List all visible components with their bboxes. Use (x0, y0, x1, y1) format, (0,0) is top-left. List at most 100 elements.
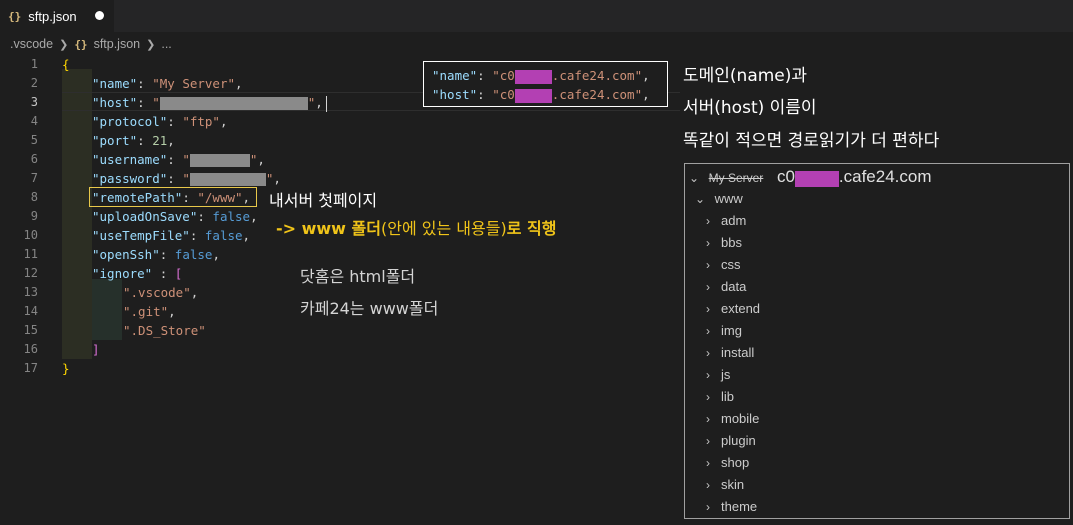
json-key: "port" (92, 133, 138, 148)
explorer-folder-item[interactable]: › install (701, 342, 754, 364)
code-line: "name": "My Server", (92, 76, 243, 91)
unsaved-dot-icon[interactable] (95, 11, 104, 20)
name-host-callout: "name": "c0 .cafe24.com", "host": "c0 .caf… (423, 61, 668, 107)
code-line: "uploadOnSave": false, (92, 209, 258, 224)
chevron-right-icon: › (706, 412, 710, 426)
folder-label: bbs (721, 235, 742, 250)
annotation-domain-line3: 똑같이 적으면 경로읽기가 더 편하다 (683, 131, 940, 151)
json-key: "host" (92, 95, 138, 110)
explorer-folder-item[interactable]: › lib (701, 386, 734, 408)
redacted-username (189, 154, 250, 167)
explorer-folder-item[interactable]: › skin (701, 474, 744, 496)
folder-label: js (721, 367, 731, 382)
code-line: } (62, 359, 70, 378)
code-line: "host": " ", (92, 93, 327, 112)
chevron-right-icon: › (706, 456, 710, 470)
json-bool: false (174, 247, 213, 262)
folder-label: css (721, 257, 741, 272)
explorer-folder-item[interactable]: › theme (701, 496, 757, 518)
breadcrumb-more[interactable]: ... (161, 37, 171, 51)
chevron-right-icon: › (706, 434, 710, 448)
explorer-folder-item[interactable]: › adm (701, 210, 746, 232)
folder-label: data (721, 279, 747, 294)
json-key: "protocol" (92, 114, 168, 129)
json-string: ".git" (123, 304, 169, 319)
chevron-right-icon: › (706, 500, 710, 514)
explorer-folder-item[interactable]: › img (701, 320, 742, 342)
explorer-folder-item[interactable]: › js (701, 364, 730, 386)
chevron-right-icon: › (706, 390, 710, 404)
explorer-folder-item[interactable]: › plugin (701, 430, 756, 452)
chevron-down-icon: ⌄ (694, 192, 706, 206)
chevron-right-icon: › (706, 324, 710, 338)
explorer-folder-item[interactable]: › shop (701, 452, 749, 474)
explorer-root-item[interactable]: ⌄ My Server c0 .cafe24.com (687, 166, 932, 188)
code-line: "password": " ", (92, 171, 281, 186)
folder-label: extend (721, 301, 761, 316)
json-bool: false (204, 228, 243, 243)
chevron-right-icon: › (706, 236, 710, 250)
remote-path-highlight-box (89, 187, 257, 207)
explorer-folder-www[interactable]: ⌄ www (693, 188, 743, 210)
annotation-domain-line1: 도메인(name)과 (683, 66, 808, 86)
line-number: 4 (30, 114, 38, 128)
line-number: 12 (23, 266, 38, 280)
chevron-right-icon: › (706, 280, 710, 294)
indent-guide-level1 (62, 69, 92, 359)
code-line: ".vscode", (123, 285, 199, 300)
json-key: "name" (92, 76, 138, 91)
line-number: 8 (30, 190, 38, 204)
tab-label: sftp.json (28, 8, 77, 24)
chevron-right-icon: › (706, 214, 710, 228)
json-key: "useTempFile" (92, 228, 190, 243)
remote-explorer-panel: ⌄ My Server c0 .cafe24.com ⌄ www › adm › bbs… (684, 163, 1070, 519)
chevron-right-icon: ❯ (146, 38, 156, 51)
explorer-folder-item[interactable]: › css (701, 254, 741, 276)
line-number: 15 (23, 323, 38, 337)
code-line: "port": 21, (92, 133, 175, 148)
redacted-subdomain (794, 170, 839, 187)
chevron-down-icon: ⌄ (688, 171, 700, 185)
annotation-remote-note: 내서버 첫페이지 (269, 191, 378, 210)
text-cursor (325, 95, 327, 112)
folder-label: adm (721, 213, 747, 228)
json-bool: false (212, 209, 251, 224)
explorer-folder-item[interactable]: › bbs (701, 232, 742, 254)
folder-label: mobile (721, 411, 760, 426)
folder-label: img (721, 323, 742, 338)
explorer-folder-item[interactable]: › mobile (701, 408, 759, 430)
chevron-right-icon: ❯ (59, 38, 69, 51)
line-number: 11 (23, 247, 38, 261)
explorer-folder-item[interactable]: › extend (701, 298, 760, 320)
json-string: "My Server" (152, 76, 236, 91)
code-line: "protocol": "ftp", (92, 114, 228, 129)
annotation-dothome: 닷홈은 html폴더 (300, 267, 416, 286)
folder-label: install (721, 345, 755, 360)
line-number: 17 (23, 361, 38, 375)
json-key: "openSsh" (92, 247, 160, 262)
redacted-subdomain (514, 88, 552, 103)
redacted-password (189, 173, 266, 186)
folder-label: skin (721, 477, 745, 492)
breadcrumb-folder[interactable]: .vscode (10, 37, 53, 51)
annotation-cafe24: 카페24는 www폴더 (300, 299, 439, 318)
tab-sftp-json[interactable]: {} sftp.json (0, 0, 114, 32)
line-number: 10 (23, 228, 38, 242)
close-brace: } (62, 361, 70, 376)
json-file-icon: {} (74, 37, 88, 51)
server-name: My Server (708, 171, 764, 185)
code-line: ".DS_Store" (123, 321, 206, 340)
explorer-folder-item[interactable]: › data (701, 276, 746, 298)
line-number: 7 (30, 171, 38, 185)
chevron-right-icon: › (706, 302, 710, 316)
folder-label: theme (721, 499, 758, 514)
close-bracket: ] (92, 342, 100, 357)
json-file-icon: {} (8, 9, 22, 23)
annotation-domain-line2: 서버(host) 이름이 (683, 98, 817, 118)
breadcrumb-file[interactable]: sftp.json (94, 37, 141, 51)
code-line: { (62, 55, 70, 74)
chevron-right-icon: › (706, 478, 710, 492)
server-host-suffix: .cafe24.com (838, 167, 932, 186)
callout-name-line: "name": "c0 .cafe24.com", (432, 68, 650, 84)
line-number: 13 (23, 285, 38, 299)
